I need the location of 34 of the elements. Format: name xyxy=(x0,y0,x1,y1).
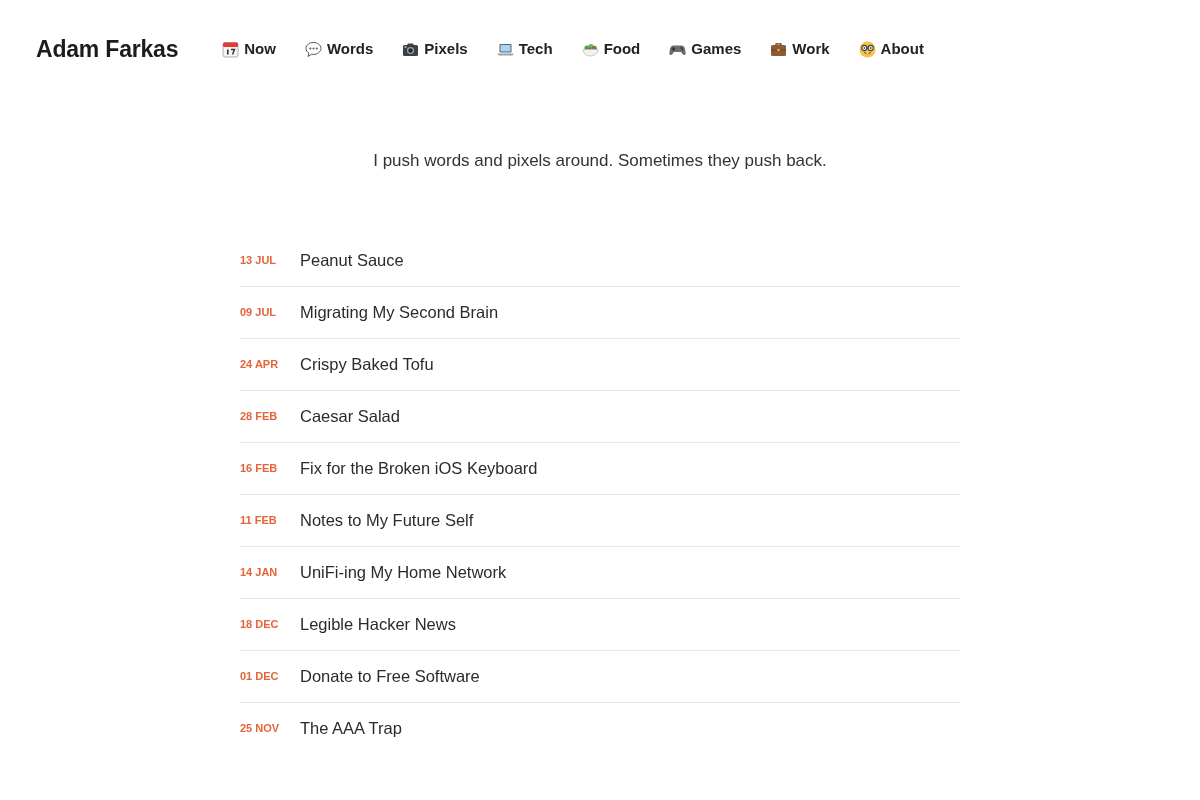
site-title[interactable]: Adam Farkas xyxy=(36,31,179,67)
post-title-link[interactable]: Donate to Free Software xyxy=(300,663,480,689)
post-date: 13 JUL xyxy=(240,252,278,268)
speech-bubble-icon xyxy=(304,40,322,58)
nav-link[interactable]: Pixels xyxy=(402,37,468,61)
post-date: 16 FEB xyxy=(240,460,279,476)
post-date: 14 JAN xyxy=(240,564,279,580)
nav-link[interactable]: Tech xyxy=(496,37,553,61)
nav-link[interactable]: Words xyxy=(304,37,374,61)
post-title-link[interactable]: Crispy Baked Tofu xyxy=(300,351,434,377)
post-date: 25 NOV xyxy=(240,721,281,737)
nav-link[interactable]: Now xyxy=(222,37,276,61)
face-with-glasses-icon xyxy=(858,40,876,58)
nav-link[interactable]: Food xyxy=(581,37,641,61)
post-title-link[interactable]: Notes to My Future Self xyxy=(300,507,474,533)
briefcase-icon xyxy=(770,40,788,58)
calendar-icon xyxy=(222,40,240,58)
post-title-link[interactable]: UniFi-ing My Home Network xyxy=(300,559,507,585)
post-date: 28 FEB xyxy=(240,408,279,424)
post-title-link[interactable]: The AAA Trap xyxy=(300,716,402,741)
post-date: 01 DEC xyxy=(240,668,280,684)
post-date: 11 FEB xyxy=(240,512,278,528)
nav-link[interactable]: Work xyxy=(770,37,830,61)
post-title-link[interactable]: Fix for the Broken iOS Keyboard xyxy=(300,455,538,481)
nav-link[interactable]: About xyxy=(858,37,924,61)
post-date: 18 DEC xyxy=(240,616,280,632)
post-title-link[interactable]: Peanut Sauce xyxy=(300,247,404,273)
post-title-link[interactable]: Caesar Salad xyxy=(300,403,400,429)
post-title-link[interactable]: Migrating My Second Brain xyxy=(300,299,499,325)
nav-link[interactable]: Games xyxy=(669,37,742,61)
post-title-link[interactable]: Legible Hacker News xyxy=(300,611,456,637)
post-date: 24 APR xyxy=(240,356,280,372)
tagline: I push words and pixels around. Sometimes they push back. xyxy=(372,150,828,172)
post-date: 09 JUL xyxy=(240,304,278,320)
